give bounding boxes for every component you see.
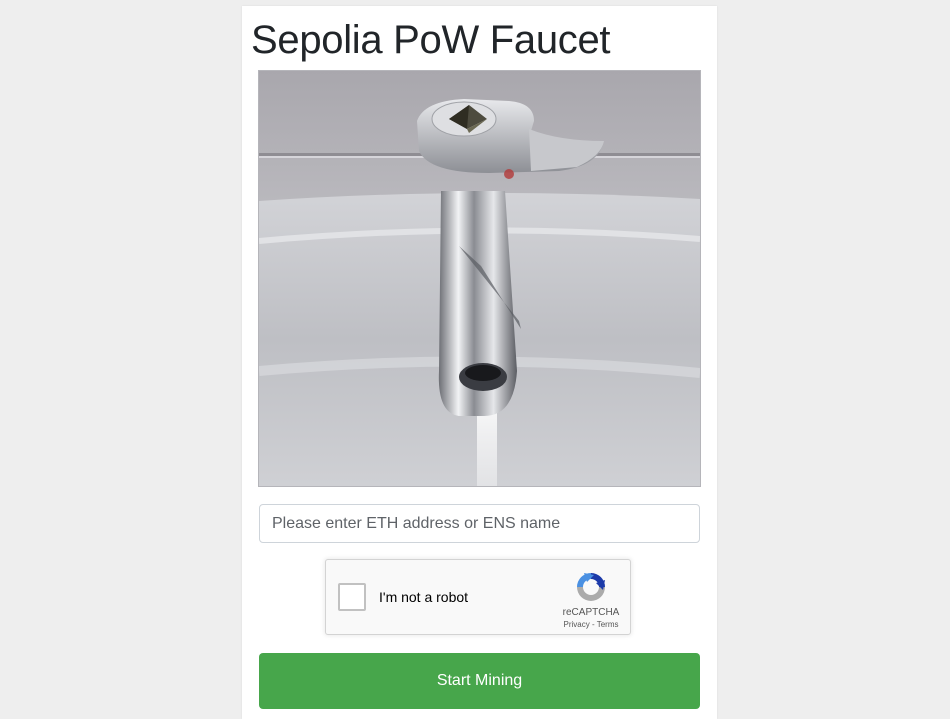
recaptcha-brand: reCAPTCHA <box>562 607 620 618</box>
recaptcha-privacy-link[interactable]: Privacy <box>564 620 590 629</box>
page-title: Sepolia PoW Faucet <box>251 18 611 62</box>
recaptcha-label: I'm not a robot <box>379 589 469 605</box>
recaptcha-checkbox[interactable] <box>338 583 366 611</box>
start-mining-button[interactable]: Start Mining <box>259 653 700 709</box>
recaptcha-terms-link[interactable]: Terms <box>597 620 619 629</box>
eth-address-input[interactable] <box>259 504 700 543</box>
recaptcha-logo-icon <box>574 570 608 604</box>
recaptcha-widget: I'm not a robot reCAPTCHA Privacy - Term… <box>325 559 631 635</box>
recaptcha-links: Privacy - Terms <box>554 620 628 629</box>
recaptcha-links-separator: - <box>589 620 597 629</box>
faucet-panel: Sepolia PoW Faucet Please enter ETH addr… <box>242 6 717 719</box>
faucet-image <box>258 70 701 487</box>
